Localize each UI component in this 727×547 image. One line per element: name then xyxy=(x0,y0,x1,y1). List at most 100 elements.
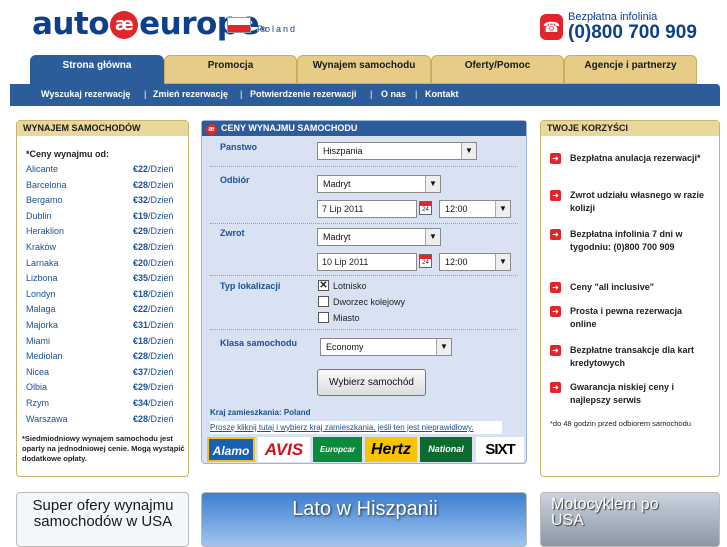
arrow-right-icon: ➜ xyxy=(550,190,561,201)
city-link[interactable]: Nicea xyxy=(26,367,49,377)
city-price: €28/Dzień xyxy=(133,351,174,361)
logo-mark: æ xyxy=(110,11,139,39)
price-value: €28 xyxy=(133,179,149,190)
city-link[interactable]: Dublin xyxy=(26,211,52,221)
benefit-item: Ceny "all inclusive" xyxy=(570,282,655,292)
poland-flag-icon[interactable] xyxy=(227,17,251,33)
spain-summer-banner[interactable]: Lato w Hiszpanii xyxy=(201,492,527,547)
city-link[interactable]: Alicante xyxy=(26,164,58,174)
city-checkbox[interactable] xyxy=(318,312,329,323)
spain-banner-text: Lato w Hiszpanii xyxy=(292,498,438,520)
europcar-logo[interactable]: Europcar xyxy=(313,437,362,462)
tab-promotion[interactable]: Promocja xyxy=(164,55,297,84)
price-unit: /Dzień xyxy=(148,226,174,237)
price-unit: /Dzień xyxy=(148,210,174,221)
subnav-change-reservation[interactable]: Zmień rezerwację xyxy=(153,89,228,99)
benefit-item: Prosta i pewna rezerwacja online xyxy=(570,306,683,329)
hotline-number: (0)800 700 909 xyxy=(568,22,697,43)
tab-agencies-partners[interactable]: Agencje i partnerzy xyxy=(564,55,697,84)
benefit-item: Zwrot udziału własnego w razie kolizji xyxy=(570,190,705,213)
calendar-icon[interactable]: 24 xyxy=(419,254,432,268)
pickup-time-select[interactable]: 12:00 ▼ xyxy=(439,200,511,218)
train-station-checkbox[interactable] xyxy=(318,296,329,307)
subnav-contact[interactable]: Kontakt xyxy=(425,89,459,99)
city-link[interactable]: Miami xyxy=(26,336,50,346)
phone-icon: ☎ xyxy=(540,14,563,40)
pickup-location-value: Madryt xyxy=(323,179,351,189)
city-link[interactable]: Bergamo xyxy=(26,195,63,205)
price-unit: /Dzień xyxy=(148,288,174,299)
subnav-find-reservation[interactable]: Wyszukaj rezerwację xyxy=(41,89,130,99)
city-link[interactable]: Olbia xyxy=(26,382,47,392)
city-link[interactable]: Larnaka xyxy=(26,258,59,268)
city-link[interactable]: Rzym xyxy=(26,398,49,408)
price-unit: /Dzień xyxy=(148,257,174,268)
city-price: €19/Dzień xyxy=(133,211,174,221)
city-price: €22/Dzień xyxy=(133,304,174,314)
city-link[interactable]: Majorka xyxy=(26,320,58,330)
subnav-confirmation[interactable]: Potwierdzenie rezerwacji xyxy=(250,89,357,99)
price-value: €28 xyxy=(133,242,149,252)
divider xyxy=(210,275,518,276)
subnav-separator: | xyxy=(370,89,373,99)
airport-checkbox[interactable]: ✕ xyxy=(318,280,329,291)
return-time-select[interactable]: 12:00 ▼ xyxy=(439,253,511,271)
return-location-select[interactable]: Madryt ▼ xyxy=(317,228,441,246)
benefit-item: Bezpłatne transakcje dla kart kredytowyc… xyxy=(570,345,695,368)
motorcycle-usa-banner[interactable]: Motocyklem po USA xyxy=(540,492,720,547)
left-panel-title: WYNAJEM SAMOCHODÓW xyxy=(17,121,188,136)
city-checkbox-label[interactable]: Miasto xyxy=(333,313,360,323)
city-link[interactable]: Warszawa xyxy=(26,414,68,424)
city-link[interactable]: Lizbona xyxy=(26,273,58,283)
price-unit: /Dzień xyxy=(148,382,174,393)
price-value: €35 xyxy=(133,273,149,284)
price-unit: /Dzień xyxy=(148,164,174,174)
city-link[interactable]: Londyn xyxy=(26,289,56,299)
national-logo[interactable]: National xyxy=(420,437,472,462)
pickup-date-input[interactable]: 7 Lip 2011 xyxy=(317,200,417,218)
pickup-time-value: 12:00 xyxy=(445,204,468,214)
choose-car-button[interactable]: Wybierz samochód xyxy=(317,369,426,396)
city-link[interactable]: Heraklion xyxy=(26,226,64,236)
subnav-about[interactable]: O nas xyxy=(381,89,406,99)
city-link[interactable]: Malaga xyxy=(26,304,56,314)
city-price: €18/Dzień xyxy=(133,336,174,346)
price-value: €19 xyxy=(133,210,149,221)
city-link[interactable]: Kraków xyxy=(26,242,56,252)
location-type-label: Typ lokalizacji xyxy=(220,281,281,291)
city-link[interactable]: Mediolan xyxy=(26,351,63,361)
change-residence-link[interactable]: Proszę kliknij tutaj i wybierz kraj zami… xyxy=(210,421,502,434)
arrow-right-icon: ➜ xyxy=(550,306,561,317)
train-station-checkbox-label[interactable]: Dworzec kolejowy xyxy=(333,297,405,307)
price-unit: /Dzień xyxy=(148,179,174,190)
price-unit: /Dzień xyxy=(148,398,174,408)
price-value: €34 xyxy=(133,398,149,408)
price-value: €22 xyxy=(133,304,149,315)
airport-checkbox-label[interactable]: Lotnisko xyxy=(333,281,367,291)
city-price: €35/Dzień xyxy=(133,273,174,283)
price-unit: /Dzień xyxy=(148,242,174,252)
country-select[interactable]: Hiszpania ▼ xyxy=(317,142,477,160)
city-link[interactable]: Barcelona xyxy=(26,180,67,190)
city-price: €31/Dzień xyxy=(133,320,174,330)
usa-offers-banner[interactable]: Super ofery wynajmu samochodów w USA xyxy=(16,492,189,547)
avis-logo[interactable]: AVIS xyxy=(258,437,310,462)
tab-home[interactable]: Strona główna xyxy=(30,55,164,84)
tab-offers-help[interactable]: Oferty/Pomoc xyxy=(431,55,564,84)
alamo-logo[interactable]: Alamo xyxy=(207,437,255,462)
benefits-title: TWOJE KORZYŚCI xyxy=(541,121,719,136)
calendar-icon[interactable]: 24 xyxy=(419,201,432,215)
city-price: €28/Dzień xyxy=(133,180,174,190)
car-class-select[interactable]: Economy ▼ xyxy=(320,338,452,356)
price-unit: /Dzień xyxy=(148,304,174,315)
price-unit: /Dzień xyxy=(148,320,174,330)
tab-car-rental[interactable]: Wynajem samochodu xyxy=(297,55,431,84)
sixt-logo[interactable]: SIXT xyxy=(476,437,524,462)
ae-mark-icon: æ xyxy=(206,124,217,135)
pickup-location-select[interactable]: Madryt ▼ xyxy=(317,175,441,193)
price-value: €29 xyxy=(133,382,149,393)
return-date-input[interactable]: 10 Lip 2011 xyxy=(317,253,417,271)
arrow-right-icon: ➜ xyxy=(550,153,561,164)
moto-banner-text: Motocyklem po USA xyxy=(551,496,659,529)
hertz-logo[interactable]: Hertz xyxy=(365,437,417,462)
